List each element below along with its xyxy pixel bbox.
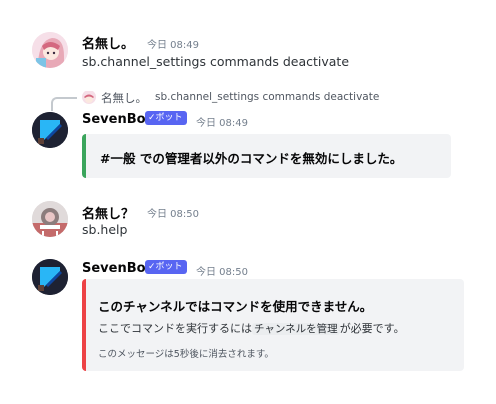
embed-title: このチャンネルではコマンドを使用できません。 — [98, 299, 373, 314]
permission-code: チャンネルを管理 — [252, 323, 340, 335]
timestamp: 今日 08:50 — [196, 267, 248, 278]
message-content: sb.channel_settings commands deactivate — [82, 54, 350, 69]
username[interactable]: 名無し？ — [82, 203, 134, 222]
reply-connector — [51, 97, 77, 111]
embed-description-text: が必要です。 — [339, 322, 405, 335]
bot-tag: ✓ボット — [145, 260, 187, 274]
user-avatar[interactable] — [32, 201, 68, 237]
embed-footer: このメッセージは5秒後に消去されます。 — [98, 349, 274, 360]
bot-tag: ✓ボット — [145, 111, 187, 125]
message-content: sb.help — [82, 222, 128, 237]
embed-description: ここでコマンドを実行するには チャンネルを管理 が必要です。 — [98, 320, 405, 336]
username[interactable]: 名無し。 — [82, 33, 134, 52]
user-avatar[interactable] — [32, 32, 68, 68]
embed-color-bar — [82, 134, 86, 178]
embed: このチャンネルではコマンドを使用できません。 ここでコマンドを実行するには チャン… — [82, 279, 464, 371]
embed-color-bar — [82, 279, 86, 371]
embed: #一般 での管理者以外のコマンドを無効にしました。 — [82, 134, 451, 178]
reply-avatar — [82, 90, 96, 104]
reply-username[interactable]: 名無し。 — [101, 90, 147, 106]
timestamp: 今日 08:49 — [147, 40, 199, 51]
username[interactable]: SevenBot — [82, 261, 152, 276]
timestamp: 今日 08:50 — [147, 209, 199, 220]
bot-avatar[interactable] — [32, 112, 68, 148]
username[interactable]: SevenBot — [82, 112, 152, 127]
embed-description-text: ここでコマンドを実行するには — [98, 322, 252, 335]
reply-content[interactable]: sb.channel_settings commands deactivate — [155, 91, 379, 103]
embed-title: #一般 での管理者以外のコマンドを無効にしました。 — [100, 151, 403, 166]
bot-avatar[interactable] — [32, 259, 68, 295]
timestamp: 今日 08:49 — [196, 118, 248, 129]
